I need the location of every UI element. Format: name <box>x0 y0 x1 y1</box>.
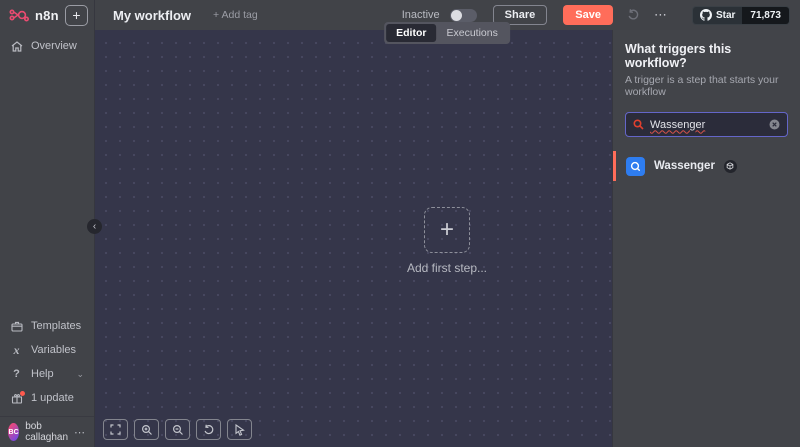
add-first-step-button[interactable]: + <box>424 207 470 253</box>
sidebar-item-help[interactable]: ? Help ⌄ <box>0 362 94 386</box>
sidebar-bottom-group: Templates x Variables ? Help ⌄ 1 update <box>0 314 94 416</box>
help-question-icon: ? <box>10 368 23 380</box>
panel-subtitle: A trigger is a step that starts your wor… <box>625 74 788 98</box>
zoom-out-button[interactable] <box>165 419 190 440</box>
github-star-count: 71,873 <box>742 7 789 24</box>
avatar: BC <box>8 423 19 441</box>
user-options-icon[interactable]: ⋯ <box>74 426 86 439</box>
wassenger-node-icon <box>626 157 645 176</box>
user-name: bob callaghan <box>25 421 68 443</box>
node-search-input[interactable]: Wassenger <box>625 112 788 137</box>
search-icon <box>633 119 644 130</box>
sidebar-item-label: Overview <box>31 40 77 52</box>
tab-editor[interactable]: Editor <box>386 24 436 42</box>
add-first-step-label: Add first step... <box>407 261 487 275</box>
canvas-controls <box>103 419 252 440</box>
more-options-icon[interactable]: ⋯ <box>654 7 668 23</box>
reset-zoom-button[interactable] <box>196 419 221 440</box>
save-button[interactable]: Save <box>563 5 613 25</box>
user-menu-row[interactable]: BC bob callaghan ⋯ <box>0 416 94 447</box>
sidebar-item-updates[interactable]: 1 update <box>0 386 94 410</box>
app-name: n8n <box>35 8 59 23</box>
panel-title: What triggers this workflow? <box>625 42 788 70</box>
toggle-knob <box>451 10 462 21</box>
update-notification-dot <box>20 391 25 396</box>
sidebar-item-label: Variables <box>31 344 76 356</box>
activate-toggle[interactable] <box>450 9 477 22</box>
sidebar-collapse-button[interactable]: ‹ <box>87 219 102 234</box>
sidebar-item-templates[interactable]: Templates <box>0 314 94 338</box>
tab-executions[interactable]: Executions <box>436 24 507 42</box>
fit-view-button[interactable] <box>103 419 128 440</box>
gift-icon <box>10 393 23 404</box>
search-result-wassenger[interactable]: Wassenger <box>613 151 800 181</box>
view-tabs: Editor Executions <box>384 22 510 44</box>
workflow-title[interactable]: My workflow <box>113 8 191 23</box>
logo-row: n8n + <box>0 0 94 30</box>
home-icon <box>10 41 23 52</box>
community-package-icon <box>724 160 737 173</box>
github-star-widget[interactable]: Star 71,873 <box>692 6 790 25</box>
sidebar-item-label: Help <box>31 368 54 380</box>
n8n-logo-icon <box>9 8 31 22</box>
chevron-down-icon: ⌄ <box>76 369 84 380</box>
variables-icon: x <box>10 343 23 358</box>
sidebar: n8n + Overview Templates x Variables ? H… <box>0 0 95 447</box>
templates-box-icon <box>10 321 23 332</box>
zoom-in-button[interactable] <box>134 419 159 440</box>
trigger-panel: What triggers this workflow? A trigger i… <box>612 30 800 447</box>
github-star-section[interactable]: Star <box>693 7 742 24</box>
search-result-label: Wassenger <box>654 160 715 172</box>
search-input-value: Wassenger <box>650 119 763 131</box>
sidebar-item-label: 1 update <box>31 392 74 404</box>
github-icon <box>700 9 712 21</box>
workflow-status-label: Inactive <box>402 9 440 21</box>
github-star-label: Star <box>716 10 735 21</box>
sidebar-item-variables[interactable]: x Variables <box>0 338 94 362</box>
sidebar-item-overview[interactable]: Overview <box>0 34 94 58</box>
add-tag-button[interactable]: + Add tag <box>213 9 258 21</box>
workflow-canvas[interactable]: + Add first step... <box>95 30 612 447</box>
sidebar-item-label: Templates <box>31 320 81 332</box>
new-workflow-button[interactable]: + <box>65 5 88 26</box>
history-undo-icon[interactable] <box>627 9 640 21</box>
pointer-tool-button[interactable] <box>227 419 252 440</box>
clear-search-icon[interactable] <box>769 119 780 130</box>
